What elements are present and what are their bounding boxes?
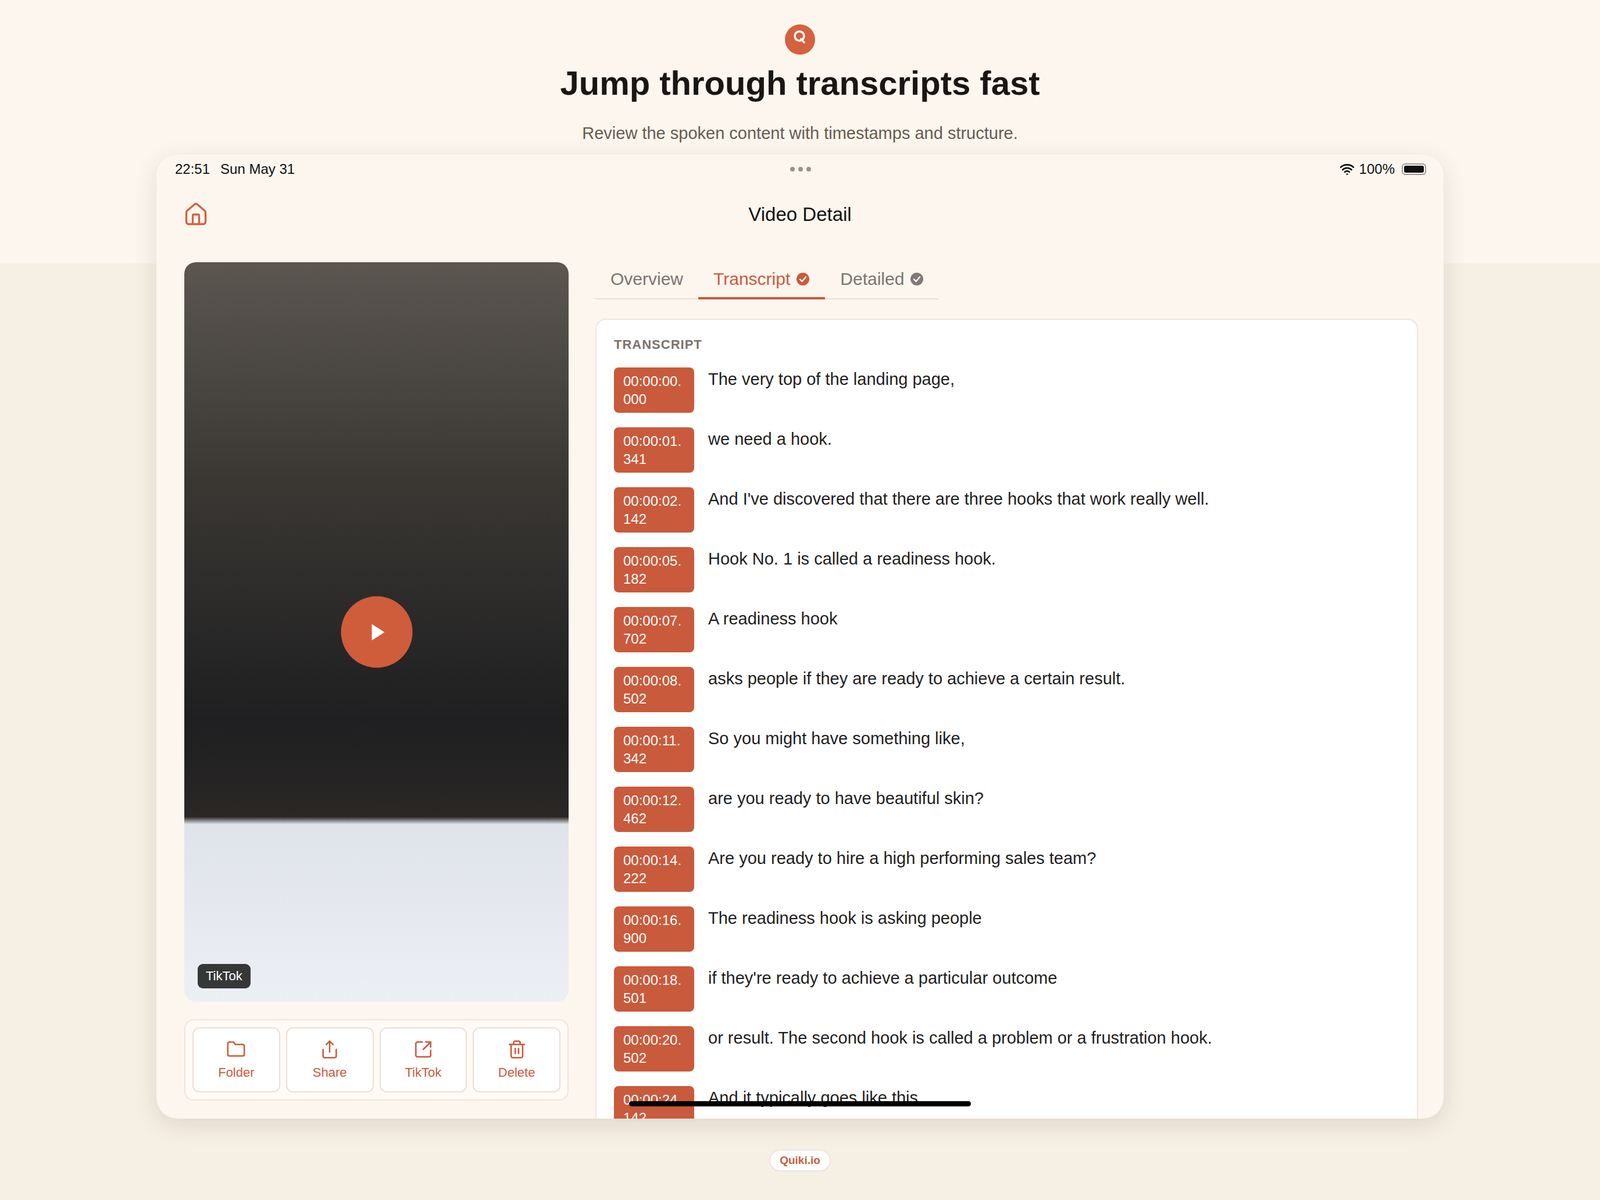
transcript-text: asks people if they are ready to achieve…	[708, 666, 1125, 689]
transcript-row[interactable]: 00:00:07.702 A readiness hook	[613, 606, 1400, 653]
timestamp-badge[interactable]: 00:00:14.222	[613, 846, 695, 892]
timestamp-badge[interactable]: 00:00:01.341	[613, 427, 695, 473]
transcript-text: we need a hook.	[708, 427, 832, 450]
content-column: Overview Transcript Detailed TRANSCRIPT 00:0…	[595, 262, 1419, 1119]
tab[interactable]: Overview	[595, 262, 699, 300]
status-clock: 22:51 Sun May 31	[175, 161, 791, 178]
transcript-heading: TRANSCRIPT	[613, 337, 1400, 353]
transcript-text: Are you ready to hire a high performing …	[708, 846, 1096, 869]
transcript-row[interactable]: 00:00:14.222 Are you ready to hire a high…	[613, 846, 1400, 892]
tab[interactable]: Transcript	[698, 262, 825, 300]
transcript-list: 00:00:00.000 The very top of the landing …	[613, 367, 1400, 1119]
transcript-text: or result. The second hook is called a p…	[708, 1026, 1213, 1049]
folder-button[interactable]: Folder	[192, 1027, 281, 1093]
external-link-button[interactable]: TikTok	[379, 1027, 468, 1093]
transcript-row[interactable]: 00:00:01.341 we need a hook.	[613, 427, 1400, 473]
tab[interactable]: Detailed	[825, 262, 939, 300]
transcript-row[interactable]: 00:00:18.501 if they're ready to achieve …	[613, 966, 1400, 1012]
timestamp-badge[interactable]: 00:00:18.501	[613, 966, 695, 1012]
transcript-text: So you might have something like,	[708, 726, 966, 749]
transcript-row[interactable]: 00:00:16.900 The readiness hook is asking…	[613, 906, 1400, 952]
transcript-text: And I've discovered that there are three…	[708, 487, 1209, 510]
action-label: Share	[312, 1065, 348, 1081]
play-button[interactable]	[340, 596, 413, 669]
hero-subtitle: Review the spoken content with timestamp…	[581, 122, 1019, 145]
action-bar: Folder Share TikTok Delete	[184, 1019, 569, 1101]
page-title: Video Detail	[748, 203, 852, 226]
timestamp-badge[interactable]: 00:00:05.182	[613, 547, 695, 593]
brand-logo-icon	[784, 24, 816, 55]
action-label: Delete	[498, 1065, 536, 1081]
timestamp-badge[interactable]: 00:00:20.502	[613, 1026, 695, 1072]
tab-label: Detailed	[840, 269, 905, 289]
timestamp-badge[interactable]: 00:00:02.142	[613, 487, 695, 533]
tab-label: Overview	[610, 269, 684, 289]
transcript-text: A readiness hook	[708, 606, 838, 630]
action-label: Folder	[218, 1065, 255, 1081]
timestamp-badge[interactable]: 00:00:07.702	[613, 606, 695, 653]
trash-icon	[506, 1039, 527, 1060]
video-player[interactable]: TikTok	[184, 262, 569, 1002]
home-indicator[interactable]	[629, 1101, 971, 1107]
timestamp-badge[interactable]: 00:00:00.000	[613, 367, 695, 413]
home-button[interactable]	[180, 199, 212, 230]
timestamp-badge[interactable]: 00:00:12.462	[613, 786, 695, 832]
external-link-icon	[413, 1039, 434, 1060]
folder-icon	[226, 1039, 246, 1060]
transcript-row[interactable]: 00:00:00.000 The very top of the landing …	[613, 367, 1400, 413]
home-icon	[183, 201, 209, 228]
transcript-card: TRANSCRIPT 00:00:00.000 The very top of th…	[595, 318, 1419, 1119]
video-column: TikTok Folder Share TikTok Delete	[184, 262, 569, 1119]
transcript-text: The very top of the landing page,	[708, 367, 955, 390]
tab-label: Transcript	[713, 269, 791, 289]
transcript-text: if they're ready to achieve a particular…	[708, 966, 1057, 989]
nav-header: Video Detail	[156, 183, 1444, 245]
status-indicators: 100%	[811, 161, 1427, 178]
transcript-row[interactable]: 00:00:02.142 And I've discovered that the…	[613, 487, 1400, 533]
wifi-icon	[1339, 161, 1355, 177]
device-frame: 22:51Sun May 31100%Video DetailTikTokFol…	[156, 154, 1444, 1119]
battery-percent: 100%	[1359, 161, 1395, 178]
source-badge: TikTok	[197, 963, 251, 989]
page: Jump through transcripts fast Review the …	[0, 0, 1600, 1200]
trash-button[interactable]: Delete	[472, 1027, 561, 1093]
transcript-row[interactable]: 00:00:12.462 are you ready to have beauti…	[613, 786, 1400, 832]
check-circle-icon	[795, 272, 810, 287]
transcript-row[interactable]: 00:00:08.502 asks people if they are read…	[613, 666, 1400, 713]
detail-body: TikTok Folder Share TikTok Delete Overview Tra…	[156, 244, 1444, 1119]
play-icon	[362, 618, 391, 646]
multitasking-dots-icon[interactable]	[790, 166, 812, 172]
transcript-row[interactable]: 00:00:20.502 or result. The second hook i…	[613, 1026, 1400, 1072]
check-circle-icon	[909, 272, 924, 287]
tab-bar: Overview Transcript Detailed	[595, 262, 939, 300]
action-label: TikTok	[405, 1065, 442, 1081]
transcript-text: Hook No. 1 is called a readiness hook.	[708, 547, 996, 570]
timestamp-badge[interactable]: 00:00:08.502	[613, 666, 695, 713]
timestamp-badge[interactable]: 00:00:11.342	[613, 726, 695, 773]
status-time: 22:51	[175, 161, 210, 178]
share-icon	[319, 1039, 340, 1060]
battery-icon	[1401, 163, 1427, 175]
transcript-text: The readiness hook is asking people	[708, 906, 982, 929]
share-button[interactable]: Share	[286, 1027, 374, 1093]
timestamp-badge[interactable]: 00:00:16.900	[613, 906, 695, 952]
status-date: Sun May 31	[220, 161, 295, 178]
transcript-row[interactable]: 00:00:11.342 So you might have something …	[613, 726, 1400, 773]
brand-footer: Quiki.io	[769, 1149, 831, 1172]
hero-title: Jump through transcripts fast	[560, 62, 1041, 104]
transcript-text: are you ready to have beautiful skin?	[708, 786, 984, 809]
transcript-row[interactable]: 00:00:05.182 Hook No. 1 is called a readi…	[613, 547, 1400, 593]
status-bar: 22:51 Sun May 31 100%	[156, 154, 1444, 184]
